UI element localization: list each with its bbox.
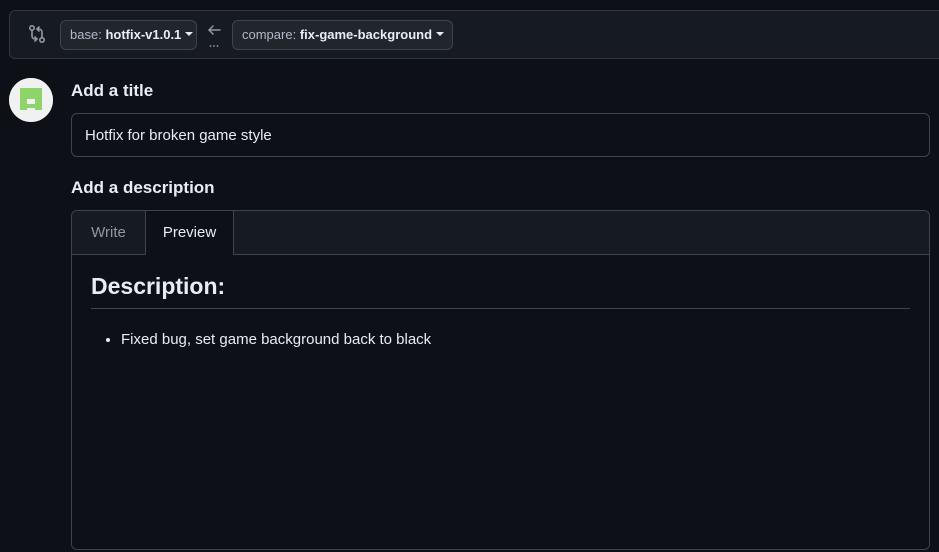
- base-branch-name: hotfix-v1.0.1: [105, 27, 182, 42]
- branch-range-bar: base: hotfix-v1.0.1 compare: fix-game-ba…: [9, 10, 939, 59]
- preview-list: Fixed bug, set game background back to b…: [91, 331, 431, 348]
- chevron-down-icon: [436, 32, 445, 37]
- title-label: Add a title: [71, 81, 154, 100]
- tab-write[interactable]: Write: [72, 211, 145, 254]
- base-branch-button[interactable]: base: hotfix-v1.0.1: [60, 20, 197, 50]
- list-item: Fixed bug, set game background back to b…: [121, 331, 431, 348]
- compare-branch-prefix: compare:: [242, 27, 297, 42]
- description-label: Add a description: [71, 178, 215, 197]
- arrow-left-icon: [208, 25, 221, 47]
- git-compare-icon: [28, 24, 46, 44]
- chevron-down-icon: [185, 32, 194, 37]
- description-editor: Write Preview Description: Fixed bug, se…: [71, 210, 930, 550]
- preview-heading: Description:: [91, 273, 910, 309]
- editor-tabbar: Write Preview: [72, 211, 929, 255]
- avatar[interactable]: [9, 78, 53, 122]
- compare-branch-button[interactable]: compare: fix-game-background: [232, 20, 453, 50]
- preview-pane: Description: Fixed bug, set game backgro…: [72, 255, 929, 549]
- compare-branch-name: fix-game-background: [299, 27, 433, 42]
- tab-preview[interactable]: Preview: [145, 211, 234, 255]
- base-branch-prefix: base:: [70, 27, 102, 42]
- title-input[interactable]: [71, 113, 930, 157]
- identicon-avatar: [9, 78, 53, 122]
